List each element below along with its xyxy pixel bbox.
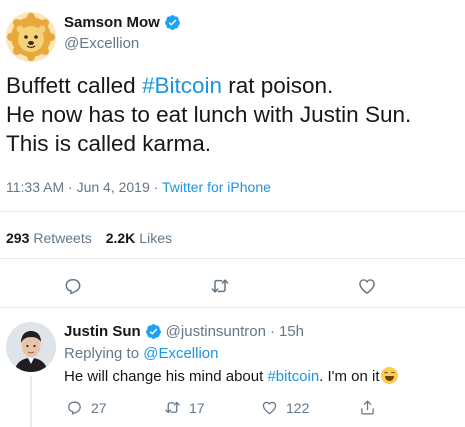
reply-reply-button[interactable]: 27 (66, 399, 107, 416)
reply-like-button[interactable]: 122 (261, 399, 309, 416)
tweet-text-line: This is called karma. (6, 129, 461, 158)
reply-icon (65, 279, 81, 295)
reply-icon (68, 401, 81, 415)
retweet-icon (165, 401, 180, 414)
reply-author-handle[interactable]: @justinsuntron (166, 323, 266, 340)
retweets-stat[interactable]: 293 Retweets (6, 230, 92, 246)
text-segment: rat poison. (221, 73, 334, 98)
tweet-text-line: He now has to eat lunch with Justin Sun. (6, 100, 461, 129)
like-icon (359, 279, 375, 294)
meta-separator: · (269, 323, 275, 340)
reply-header: Justin Sun @justinsuntron · 15h (64, 323, 304, 340)
like-icon (262, 401, 277, 415)
author-name-text[interactable]: Samson Mow (64, 14, 160, 31)
reply-retweet-button[interactable]: 17 (164, 399, 205, 416)
retweet-icon (211, 279, 229, 293)
hashtag-link[interactable]: #bitcoin (267, 368, 319, 385)
text-segment: He will change his mind about (64, 368, 268, 385)
lion-avatar-icon (6, 12, 56, 62)
retweets-label: Retweets (33, 230, 92, 246)
avatar[interactable] (6, 322, 56, 372)
text-segment: This is called karma. (6, 131, 212, 156)
divider (0, 211, 465, 212)
share-icon (361, 400, 374, 415)
like-button[interactable] (354, 273, 380, 299)
verified-badge-icon (145, 324, 161, 339)
divider (0, 258, 465, 259)
tweet-text-line: Buffett called #Bitcoin rat poison. (6, 71, 461, 100)
meta-separator: · (68, 179, 73, 195)
grinning-squinting-face-icon (380, 367, 398, 384)
avatar[interactable] (6, 12, 56, 62)
person-avatar-icon (6, 322, 56, 372)
like-count: 122 (286, 399, 310, 416)
meta-separator: · (153, 179, 159, 195)
tweet-source-link[interactable]: Twitter for iPhone (162, 179, 271, 195)
reply-text: He will change his mind about #bitcoin. … (64, 367, 398, 385)
likes-stat[interactable]: 2.2K Likes (106, 230, 172, 246)
tweet-author-handle[interactable]: @Excellion (64, 35, 139, 52)
tweet-author-name[interactable]: Samson Mow (64, 14, 181, 31)
mention-link[interactable]: @Excellion (143, 345, 218, 362)
tweet-date[interactable]: Jun 4, 2019 (77, 179, 150, 195)
verified-badge-icon (164, 15, 180, 30)
likes-count: 2.2K (105, 230, 136, 246)
text-segment: He now has to eat lunch with Justin Sun. (6, 102, 412, 127)
likes-label: Likes (139, 230, 172, 246)
replying-to-label: Replying to (64, 345, 140, 362)
reply-button[interactable] (60, 273, 86, 299)
retweet-count: 17 (189, 399, 205, 416)
tweet-metadata: 11:33 AM · Jun 4, 2019 · Twitter for iPh… (6, 179, 271, 195)
share-button[interactable] (359, 399, 376, 416)
tweet-stats: 293 Retweets 2.2K Likes (6, 230, 172, 246)
reply-count: 27 (91, 399, 107, 416)
reply-timestamp[interactable]: 15h (279, 323, 304, 340)
replying-to: Replying to @Excellion (64, 345, 218, 362)
retweet-button[interactable] (207, 273, 233, 299)
divider (0, 307, 465, 308)
reply-author-name[interactable]: Justin Sun (64, 323, 141, 340)
text-segment: Buffett called (6, 73, 142, 98)
hashtag-link[interactable]: #Bitcoin (142, 73, 222, 98)
thread-line (30, 376, 32, 427)
tweet-timestamp[interactable]: 11:33 AM (6, 179, 64, 195)
tweet-text: Buffett called #Bitcoin rat poison. He n… (6, 71, 461, 158)
retweets-count: 293 (6, 230, 30, 246)
text-segment: . I'm on it (319, 368, 380, 385)
